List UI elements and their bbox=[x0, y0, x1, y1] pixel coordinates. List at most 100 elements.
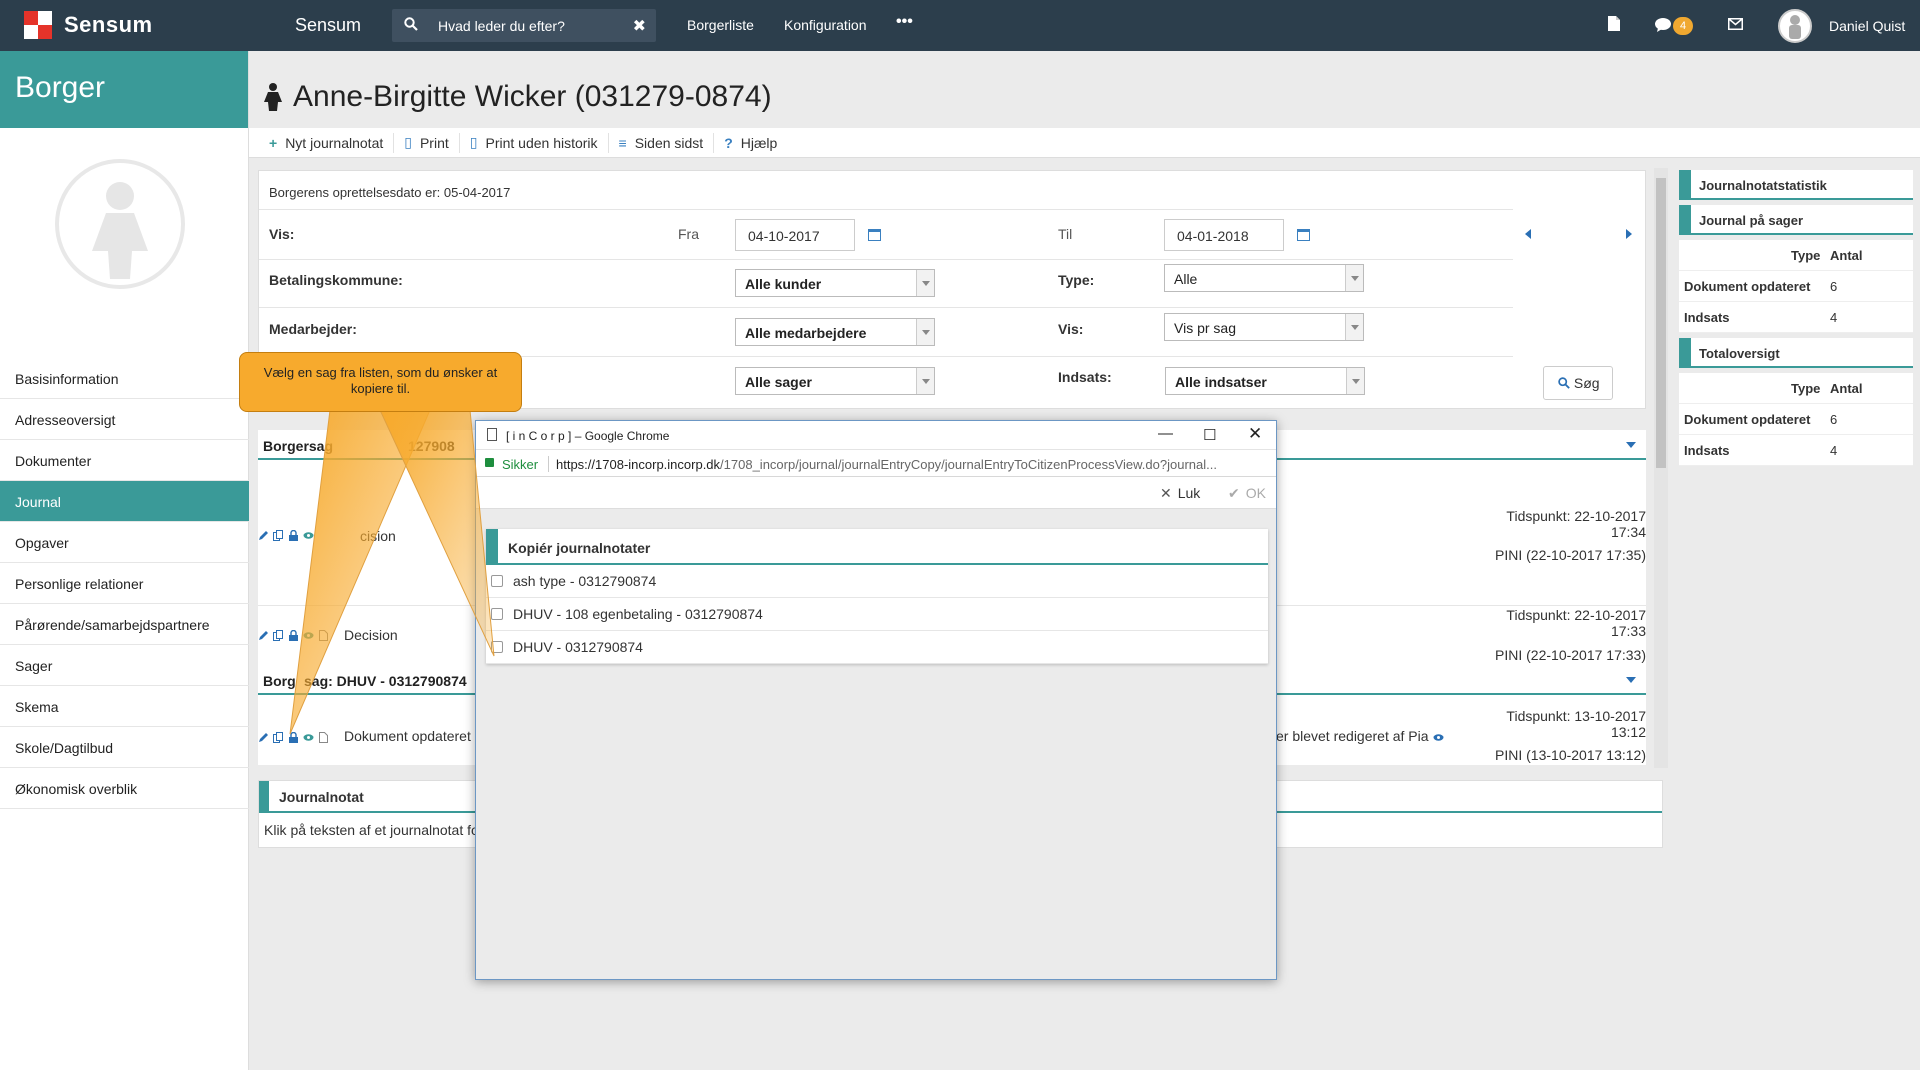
chat-icon[interactable] bbox=[1655, 18, 1671, 32]
stats-journal-per-case[interactable]: Journal på sager bbox=[1679, 205, 1913, 235]
row-action-icons bbox=[258, 732, 329, 743]
stats-total-overview[interactable]: Totaloversigt bbox=[1679, 338, 1913, 368]
next-period-icon[interactable] bbox=[1626, 229, 1632, 239]
ok-button[interactable]: ✔ OK bbox=[1228, 485, 1266, 502]
search-icon bbox=[1558, 377, 1570, 389]
vis-mode-select[interactable]: Vis pr sag bbox=[1164, 313, 1364, 341]
indsats-select[interactable]: Alle indsatser bbox=[1165, 367, 1365, 395]
sidebar-item-dokumenter[interactable]: Dokumenter bbox=[0, 440, 249, 481]
copy-icon[interactable] bbox=[273, 732, 284, 743]
chevron-down-icon[interactable] bbox=[1626, 442, 1636, 448]
chevron-down-icon bbox=[916, 319, 934, 345]
sidebar-item-okonomisk-overblik[interactable]: Økonomisk overblik bbox=[0, 768, 249, 809]
help-button[interactable]: ? Hjælp bbox=[714, 133, 787, 153]
copy-icon[interactable] bbox=[273, 630, 284, 641]
search-icon[interactable] bbox=[404, 17, 418, 31]
stats-title[interactable]: Journalnotatstatistik bbox=[1679, 170, 1913, 200]
case-checkbox[interactable] bbox=[491, 641, 503, 653]
lock-icon[interactable] bbox=[288, 630, 299, 641]
sidebar-item-personlige-relationer[interactable]: Personlige relationer bbox=[0, 563, 249, 604]
eye-icon[interactable] bbox=[303, 630, 314, 641]
app-title[interactable]: Sensum bbox=[295, 15, 361, 36]
document-icon[interactable] bbox=[318, 732, 329, 743]
case-checkbox[interactable] bbox=[491, 608, 503, 620]
type-label: Type: bbox=[1058, 272, 1095, 288]
nav-borgerliste[interactable]: Borgerliste bbox=[687, 17, 754, 33]
check-icon: ✔ bbox=[1228, 485, 1240, 501]
sidebar-item-basisinformation[interactable]: Basisinformation bbox=[0, 358, 249, 399]
minimize-icon[interactable]: — bbox=[1158, 425, 1173, 442]
popup-address-bar[interactable]: Sikker https://1708-incorp.incorp.dk/170… bbox=[476, 449, 1276, 477]
entry-time: Tidspunkt: 22-10-2017 17:33 bbox=[1506, 607, 1646, 639]
entry-user: PINI (22-10-2017 17:33) bbox=[1495, 647, 1646, 663]
created-date-text: Borgerens oprettelsesdato er: 05-04-2017 bbox=[269, 185, 511, 200]
sidebar-item-parorende[interactable]: Pårørende/samarbejdspartnere bbox=[0, 604, 249, 645]
document-icon[interactable] bbox=[1608, 16, 1620, 31]
sidebar-item-sager[interactable]: Sager bbox=[0, 645, 249, 686]
type-select[interactable]: Alle bbox=[1164, 264, 1364, 292]
nav-konfiguration[interactable]: Konfiguration bbox=[784, 17, 867, 33]
edit-icon[interactable] bbox=[258, 630, 269, 641]
page-title: Anne-Birgitte Wicker (031279-0874) bbox=[263, 80, 772, 114]
sidebar-item-journal[interactable]: Journal bbox=[0, 481, 249, 522]
app-logo[interactable]: Sensum bbox=[24, 9, 153, 41]
since-last-button[interactable]: ≡ Siden sidst bbox=[609, 132, 715, 153]
entry-title[interactable]: Dokument opdateret bbox=[344, 728, 471, 744]
calendar-icon[interactable] bbox=[1297, 229, 1310, 241]
medarbejder-select[interactable]: Alle medarbejdere bbox=[735, 318, 935, 346]
stats-row: Indsats 4 bbox=[1679, 302, 1913, 333]
mail-icon[interactable] bbox=[1728, 18, 1743, 30]
new-note-button[interactable]: + Nyt journalnotat bbox=[259, 132, 395, 153]
user-avatar[interactable] bbox=[1778, 9, 1812, 43]
statistics-panel: Journalnotatstatistik Journal på sager T… bbox=[1679, 170, 1913, 471]
scrollbar-thumb[interactable] bbox=[1656, 178, 1666, 468]
calendar-icon[interactable] bbox=[868, 229, 881, 241]
eye-icon[interactable] bbox=[303, 732, 314, 743]
eye-icon[interactable] bbox=[1433, 732, 1444, 743]
fra-label: Fra bbox=[678, 226, 699, 242]
case-option[interactable]: ash type - 0312790874 bbox=[486, 565, 1268, 598]
global-search: ✖ bbox=[392, 9, 656, 42]
print-button[interactable]: ▯ Print bbox=[394, 132, 460, 153]
chevron-down-icon bbox=[916, 270, 934, 296]
print-no-history-button[interactable]: ▯ Print uden historik bbox=[460, 132, 609, 153]
lock-icon[interactable] bbox=[288, 732, 299, 743]
search-input[interactable] bbox=[438, 9, 618, 42]
popup-title-bar: [ i n C o r p ] – Google Chrome — ☐ ✕ bbox=[476, 421, 1276, 449]
entry-title[interactable]: cision bbox=[360, 528, 396, 544]
til-date-input[interactable]: 04-01-2018 bbox=[1164, 219, 1284, 251]
maximize-icon[interactable]: ☐ bbox=[1203, 426, 1216, 444]
eye-icon[interactable] bbox=[303, 530, 314, 541]
page-icon bbox=[487, 428, 497, 441]
case-option[interactable]: DHUV - 0312790874 bbox=[486, 631, 1268, 664]
close-button[interactable]: ✕ Luk bbox=[1160, 485, 1200, 502]
case-option[interactable]: DHUV - 108 egenbetaling - 0312790874 bbox=[486, 598, 1268, 631]
copy-journal-popup-window: [ i n C o r p ] – Google Chrome — ☐ ✕ Si… bbox=[475, 420, 1277, 980]
sager-select[interactable]: Alle sager bbox=[735, 367, 935, 395]
sidebar-item-adresseoversigt[interactable]: Adresseoversigt bbox=[0, 399, 249, 440]
prev-period-icon[interactable] bbox=[1525, 229, 1531, 239]
close-window-icon[interactable]: ✕ bbox=[1248, 424, 1262, 444]
sidebar-item-skema[interactable]: Skema bbox=[0, 686, 249, 727]
sidebar-item-opgaver[interactable]: Opgaver bbox=[0, 522, 249, 563]
entry-title[interactable]: Decision bbox=[344, 627, 398, 643]
betalingskommune-select[interactable]: Alle kunder bbox=[735, 269, 935, 297]
sidebar-item-skole-dagtilbud[interactable]: Skole/Dagtilbud bbox=[0, 727, 249, 768]
copy-icon[interactable] bbox=[273, 530, 284, 541]
brand-name: Sensum bbox=[64, 12, 153, 37]
user-name[interactable]: Daniel Quist bbox=[1829, 18, 1905, 34]
message-count-badge: 4 bbox=[1673, 17, 1693, 35]
fra-date-input[interactable]: 04-10-2017 bbox=[735, 219, 855, 251]
document-icon[interactable] bbox=[318, 630, 329, 641]
edit-icon[interactable] bbox=[258, 530, 269, 541]
search-button[interactable]: Søg bbox=[1543, 366, 1613, 400]
lock-icon[interactable] bbox=[288, 530, 299, 541]
case-checkbox[interactable] bbox=[491, 575, 503, 587]
chevron-down-icon[interactable] bbox=[1626, 677, 1636, 683]
entry-time: Tidspunkt: 13-10-2017 13:12 bbox=[1506, 708, 1646, 740]
more-menu-icon[interactable]: ••• bbox=[896, 13, 913, 31]
eg-logo-icon bbox=[24, 9, 54, 41]
clear-search-icon[interactable]: ✖ bbox=[633, 16, 646, 36]
edit-icon[interactable] bbox=[258, 732, 269, 743]
main-scrollbar[interactable] bbox=[1654, 168, 1668, 768]
